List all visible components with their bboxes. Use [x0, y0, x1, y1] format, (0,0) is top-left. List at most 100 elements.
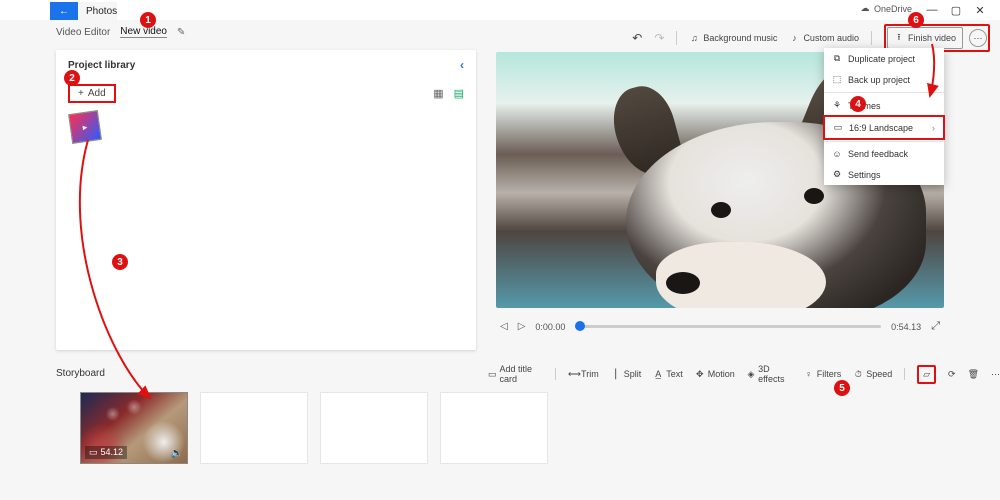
filters-label: Filters [817, 369, 842, 379]
export-icon: ⭱ [894, 30, 904, 46]
collapse-library-button[interactable]: ‹ [460, 58, 464, 72]
annotation-badge-4: 4 [850, 96, 866, 112]
prev-frame-button[interactable]: ◁ [500, 321, 508, 332]
maximize-button[interactable]: ▢ [944, 4, 968, 17]
storyboard-title: Storyboard [56, 368, 105, 379]
menu-label: 16:9 Landscape [849, 123, 913, 133]
trim-label: Trim [581, 369, 599, 379]
add-title-card-button[interactable]: ▭Add title card [488, 364, 543, 384]
onedrive-indicator[interactable]: ☁ OneDrive [860, 3, 912, 14]
menu-label: Settings [848, 170, 881, 180]
undo-button[interactable]: ↶ [632, 31, 642, 45]
list-view-button[interactable]: ▤ [454, 87, 464, 100]
more-menu-dropdown: ⧉Duplicate project ⬚ Back up project ⚘The… [824, 48, 944, 185]
chevron-right-icon: › [932, 123, 935, 133]
current-time: 0:00.00 [535, 322, 565, 332]
motion-label: Motion [708, 369, 735, 379]
redo-button[interactable]: ↷ [654, 31, 664, 45]
custom-audio-label: Custom audio [803, 33, 859, 43]
clip-duration-badge: ▭ 54.12 [85, 446, 127, 459]
add-media-button[interactable]: + Add [68, 84, 116, 103]
minimize-button[interactable]: — [920, 4, 944, 16]
library-title: Project library [68, 60, 135, 71]
storyboard-empty-slot[interactable] [200, 392, 308, 464]
app-title: Photos [78, 6, 117, 17]
library-media-thumbnail[interactable]: ▸ [68, 110, 102, 144]
onedrive-label: OneDrive [874, 4, 912, 14]
play-overlay-icon: ▸ [82, 121, 88, 133]
trim-button[interactable]: ⟷Trim [568, 369, 599, 380]
fullscreen-button[interactable]: ⤢ [931, 320, 940, 333]
breadcrumb-current[interactable]: New video [120, 26, 167, 38]
annotation-badge-3: 3 [112, 254, 128, 270]
clip-duration: 54.12 [101, 447, 124, 458]
filters-icon: ♀ [804, 369, 814, 379]
play-button[interactable]: ▷ [518, 321, 526, 332]
3d-effects-button[interactable]: ◈3D effects [747, 364, 792, 384]
menu-label: Send feedback [848, 149, 908, 159]
more-menu-button[interactable]: ⋯ [969, 29, 987, 47]
menu-backup-project[interactable]: ⬚ Back up project [824, 69, 944, 90]
add-label: Add [88, 88, 106, 99]
background-music-button[interactable]: ♫ Background music [689, 33, 777, 43]
menu-send-feedback[interactable]: ☺Send feedback [824, 144, 944, 164]
motion-button[interactable]: ✥Motion [695, 369, 735, 380]
delete-clip-button[interactable]: 🗑 [968, 369, 979, 380]
motion-icon: ✥ [695, 369, 705, 380]
annotation-badge-5: 5 [834, 380, 850, 396]
menu-label: Back up project [848, 75, 910, 85]
storyboard-clip[interactable]: ▭ 54.12 🔈 [80, 392, 188, 464]
effects-label: 3D effects [758, 364, 792, 384]
back-arrow-icon: ← [59, 6, 69, 17]
clip-audio-icon[interactable]: 🔈 [171, 448, 183, 459]
breadcrumb-root[interactable]: Video Editor [56, 27, 110, 38]
cube-icon: ◈ [747, 369, 755, 380]
menu-settings[interactable]: ⚙Settings [824, 164, 944, 185]
separator [555, 368, 556, 380]
playback-controls: ◁ ▷ 0:00.00 0:54.13 ⤢ [500, 320, 940, 333]
rename-icon[interactable]: ✎ [177, 27, 185, 38]
project-library-panel: Project library ‹ + Add ▦ ▤ [56, 50, 476, 350]
annotation-badge-1: 1 [140, 12, 156, 28]
crop-button[interactable]: ▱ [917, 365, 936, 384]
scrubber-knob[interactable] [575, 321, 585, 331]
duration-icon: ▭ [89, 447, 98, 458]
storyboard-empty-slot[interactable] [320, 392, 428, 464]
menu-aspect-ratio[interactable]: ▭16:9 Landscape› [823, 115, 945, 140]
finish-label: Finish video [908, 33, 956, 43]
split-icon: ⎮ [611, 369, 621, 380]
storyboard-toolbar: ▭Add title card ⟷Trim ⎮Split A̲Text ✥Mot… [488, 364, 1000, 384]
back-button[interactable]: ← [50, 2, 78, 20]
speed-label: Speed [866, 369, 892, 379]
custom-audio-button[interactable]: ♪ Custom audio [789, 33, 859, 43]
timeline-scrubber[interactable] [575, 325, 881, 328]
text-button[interactable]: A̲Text [653, 369, 683, 379]
clip-more-button[interactable]: ⋯ [991, 369, 1000, 380]
backup-icon: ⬚ [832, 74, 842, 85]
card-icon: ▭ [488, 369, 497, 380]
trim-icon: ⟷ [568, 369, 578, 380]
split-button[interactable]: ⎮Split [611, 369, 642, 380]
finish-video-button[interactable]: ⭱ Finish video [887, 27, 963, 49]
plus-icon: + [78, 88, 84, 99]
speed-icon: ⏱ [853, 369, 863, 380]
text-label: Text [666, 369, 683, 379]
crop-icon: ▱ [923, 369, 930, 379]
app-header: ← Photos [50, 2, 117, 20]
total-time: 0:54.13 [891, 322, 921, 332]
filters-button[interactable]: ♀Filters [804, 369, 842, 379]
rotate-button[interactable]: ⟳ [948, 369, 956, 380]
close-button[interactable]: ✕ [968, 4, 992, 17]
split-label: Split [624, 369, 642, 379]
grid-view-button[interactable]: ▦ [433, 87, 443, 100]
storyboard-clips: ▭ 54.12 🔈 [80, 392, 548, 464]
speed-button[interactable]: ⏱Speed [853, 369, 892, 380]
ellipsis-icon: ⋯ [974, 33, 983, 44]
breadcrumb: Video Editor New video ✎ [0, 22, 185, 42]
storyboard-empty-slot[interactable] [440, 392, 548, 464]
separator [871, 31, 872, 45]
menu-duplicate-project[interactable]: ⧉Duplicate project [824, 48, 944, 69]
menu-themes[interactable]: ⚘Themes [824, 95, 944, 116]
separator [904, 368, 905, 380]
separator [676, 31, 677, 45]
